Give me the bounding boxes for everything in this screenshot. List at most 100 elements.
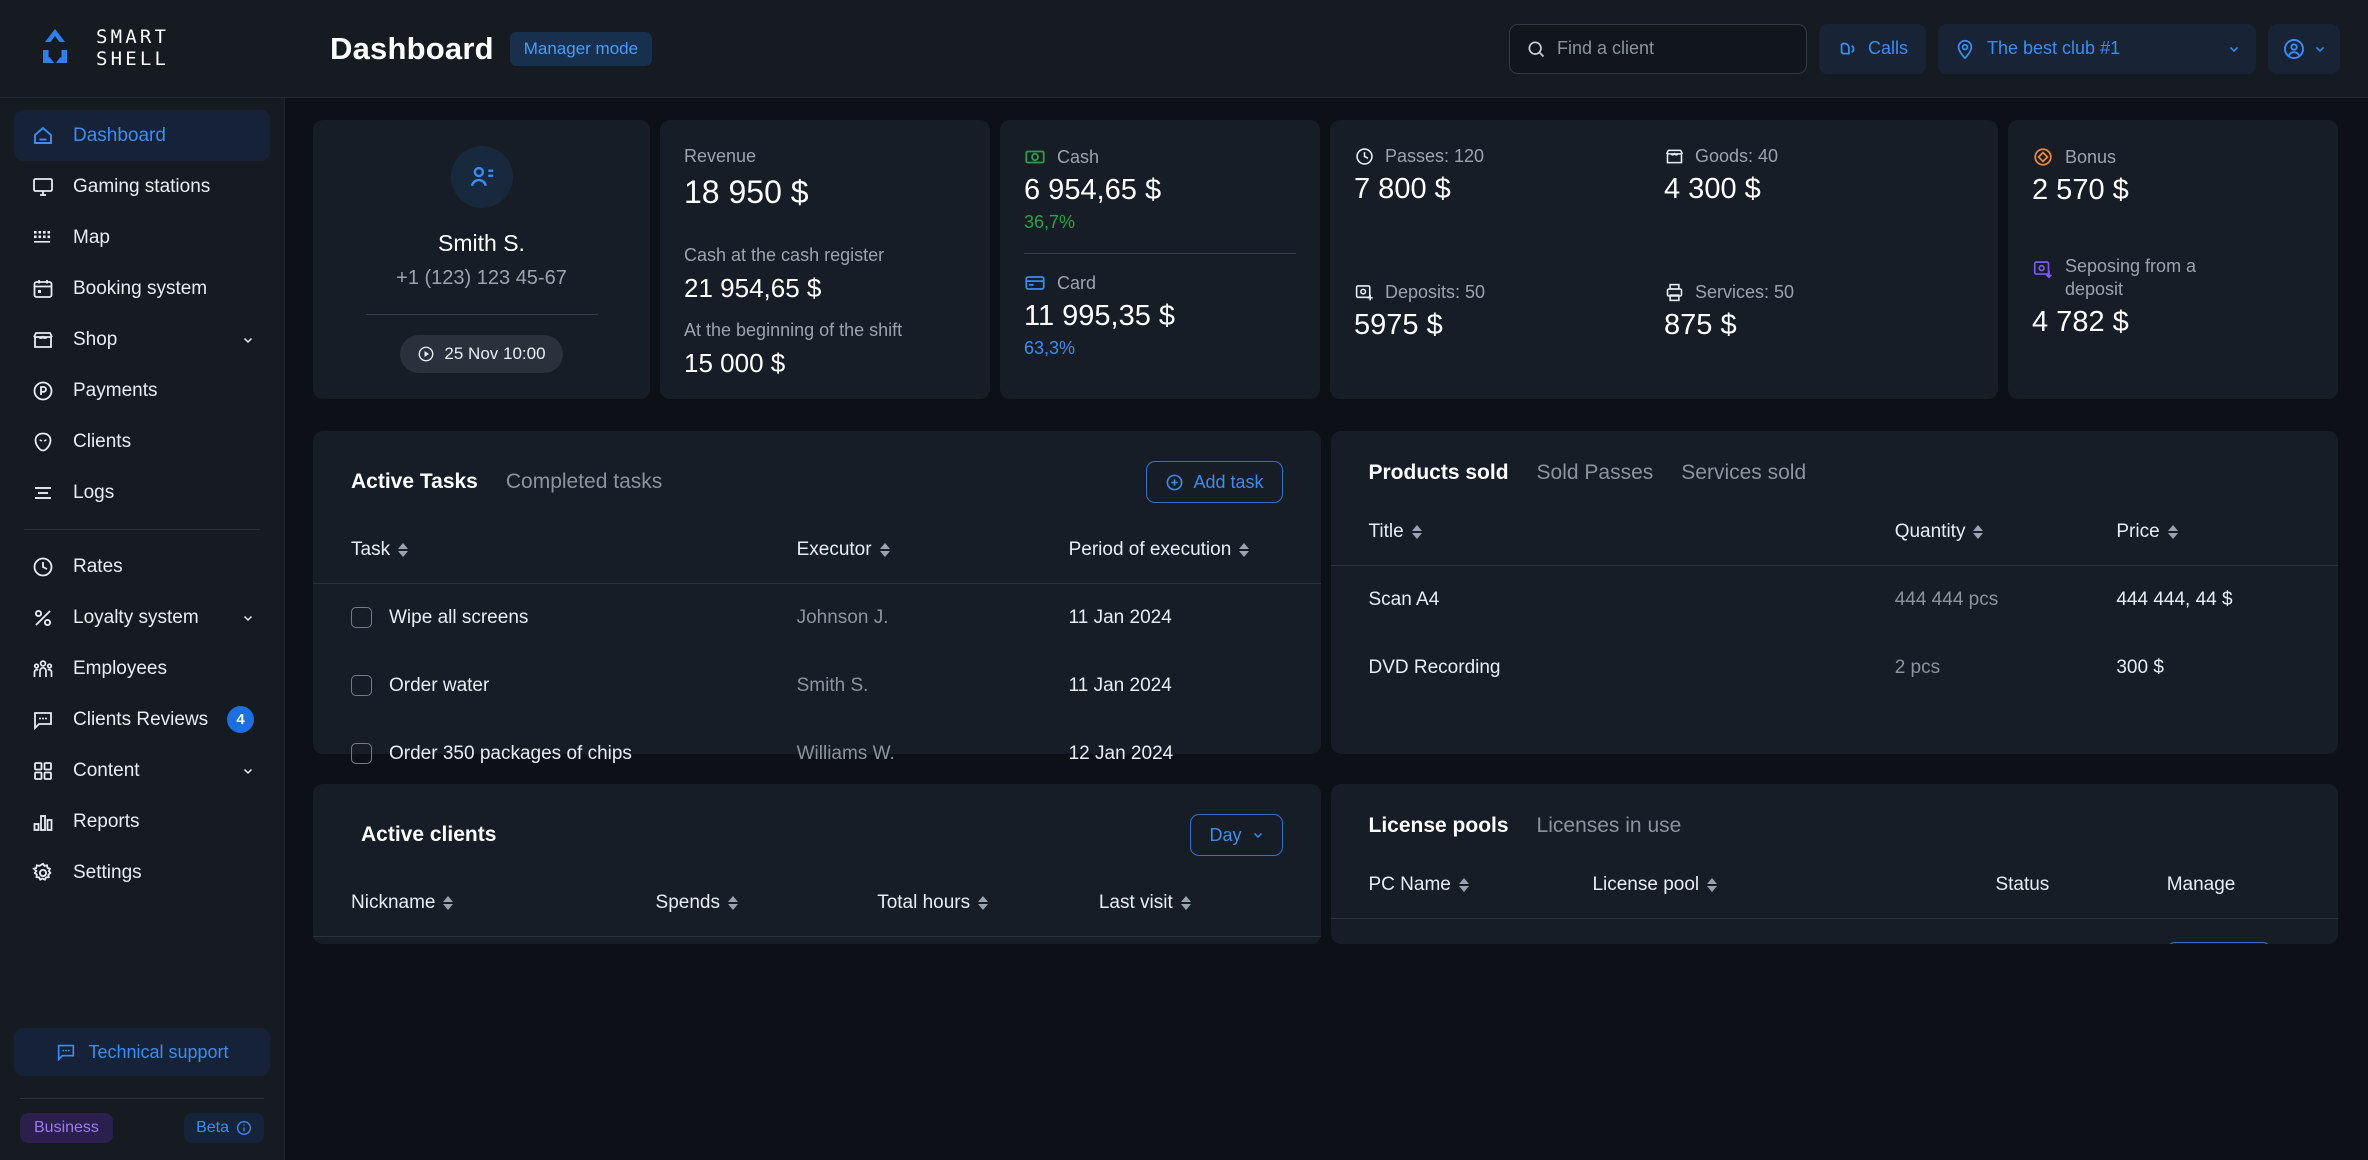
column-header-manage: Manage	[2166, 838, 2338, 919]
services-label: Services: 50	[1695, 281, 1795, 302]
column-header-spends[interactable]: Spends	[655, 856, 878, 937]
deposit-icon	[1354, 282, 1375, 303]
chat-icon	[55, 1041, 77, 1063]
column-header-executor[interactable]: Executor	[796, 503, 1069, 584]
column-header-period[interactable]: Period of execution	[1068, 503, 1321, 584]
cash-value: 6 954,65 $	[1024, 174, 1162, 206]
sidebar-item-gaming-stations[interactable]: Gaming stations	[14, 161, 270, 212]
operation-services: Services: 50 875 $	[1664, 282, 1974, 380]
beta-chip[interactable]: Beta	[184, 1113, 264, 1143]
tab-completed-tasks[interactable]: Completed tasks	[506, 470, 662, 494]
sidebar-item-reports[interactable]: Reports	[14, 796, 270, 847]
column-header-last-visit[interactable]: Last visit	[1098, 856, 1321, 937]
deposits-label: Deposits: 50	[1385, 281, 1486, 302]
sort-icon	[728, 896, 738, 910]
operations-card: Passes: 120 7 800 $ Goods: 40 4 300 $ De…	[1330, 120, 1998, 399]
column-label: PC Name	[1368, 874, 1451, 895]
deposit-row-head: Seposing from a deposit	[2032, 255, 2314, 300]
column-header-price[interactable]: Price	[2116, 485, 2338, 566]
payments-breakdown-card: Cash 6 954,65 $ 36,7% Card 11 995,35 $ 6…	[1000, 120, 1320, 399]
column-header-quantity[interactable]: Quantity	[1894, 485, 2117, 566]
client-total-hours: 444 444 h	[877, 937, 1099, 945]
chevron-down-icon	[242, 765, 254, 777]
column-header-total-hours[interactable]: Total hours	[877, 856, 1099, 937]
sidebar-item-booking-system[interactable]: Booking system	[14, 263, 270, 314]
column-label: Task	[351, 539, 391, 560]
sidebar-item-label: Logs	[73, 481, 115, 503]
sidebar-item-label: Settings	[73, 861, 142, 883]
technical-support-button[interactable]: Technical support	[14, 1028, 270, 1076]
add-task-button[interactable]: Add task	[1146, 461, 1283, 503]
sidebar-divider	[24, 529, 260, 530]
tab-sold-passes[interactable]: Sold Passes	[1537, 461, 1654, 485]
chevron-down-icon	[2314, 43, 2326, 55]
deposits-value: 5975 $	[1354, 308, 1443, 341]
search-input[interactable]: Find a client	[1508, 23, 1807, 74]
column-label: Period of execution	[1068, 539, 1232, 560]
sort-icon	[1239, 543, 1250, 557]
percent-icon	[30, 605, 55, 630]
manager-mode-chip[interactable]: Manager mode	[509, 31, 653, 66]
sidebar-item-content[interactable]: Content	[14, 745, 270, 796]
sidebar-item-label: Shop	[73, 328, 118, 350]
products-tabs: Products sold Sold Passes Services sold	[1369, 461, 1807, 485]
task-checkbox[interactable]	[351, 743, 372, 765]
task-period: 11 Jan 2024	[1068, 675, 1172, 696]
reviews-count-badge: 4	[227, 706, 254, 733]
sidebar-item-employees[interactable]: Employees	[14, 643, 270, 694]
table-row[interactable]: Scan A4 444 444 pcs 444 444, 44 $	[1331, 566, 2339, 635]
task-checkbox[interactable]	[351, 675, 372, 697]
brand-logo[interactable]: SMART SHELL	[0, 25, 285, 73]
business-plan-chip[interactable]: Business	[20, 1113, 113, 1143]
column-label: Spends	[655, 892, 720, 913]
search-icon	[1526, 39, 1546, 59]
user-menu-button[interactable]	[2268, 23, 2340, 74]
shift-profile-card: Smith S. +1 (123) 123 45-67 25 Nov 10:00	[313, 120, 650, 399]
tab-products-sold[interactable]: Products sold	[1369, 461, 1509, 485]
sidebar-item-clients[interactable]: Clients	[14, 416, 270, 467]
column-header-license-pool[interactable]: License pool	[1592, 838, 1996, 919]
tab-services-sold[interactable]: Services sold	[1681, 461, 1806, 485]
products-table: Title Quantity Price Scan A4 444 444 pcs…	[1330, 485, 2339, 702]
profile-divider	[365, 314, 598, 315]
table-row[interactable]: Order water Smith S. 11 Jan 2024	[313, 652, 1321, 720]
period-label: Day	[1209, 824, 1242, 845]
sidebar-item-loyalty-system[interactable]: Loyalty system	[14, 592, 270, 643]
club-selector[interactable]: The best club #1	[1938, 23, 2256, 74]
column-header-pc-name[interactable]: PC Name	[1330, 838, 1593, 919]
table-row[interactable]: DVD Recording 2 pcs 300 $	[1331, 634, 2339, 702]
operation-goods: Goods: 40 4 300 $	[1664, 146, 1974, 244]
free-up-button[interactable]: Free up	[2166, 942, 2271, 944]
card-icon	[1024, 272, 1046, 294]
column-header-title[interactable]: Title	[1330, 485, 1895, 566]
column-header-nickname[interactable]: Nickname	[313, 856, 656, 937]
calls-button[interactable]: Calls	[1818, 23, 1926, 74]
sidebar-footer: Business Beta	[14, 1113, 270, 1160]
deposit-label: Seposing from a deposit	[2065, 256, 2197, 299]
tasks-tabs: Active Tasks Completed tasks	[351, 470, 662, 494]
table-row[interactable]: Wipe all screens Johnson J. 11 Jan 2024	[313, 584, 1321, 653]
tab-licenses-in-use[interactable]: Licenses in use	[1537, 814, 1682, 838]
period-selector[interactable]: Day	[1190, 814, 1283, 856]
sidebar-item-clients-reviews[interactable]: Clients Reviews 4	[14, 694, 270, 745]
sidebar-item-map[interactable]: Map	[14, 212, 270, 263]
sidebar-item-rates[interactable]: Rates	[14, 541, 270, 592]
table-row[interactable]: Nickname4ik 444 444, 44 $ 444 444 h 12 J…	[313, 937, 1321, 945]
tab-license-pools[interactable]: License pools	[1369, 814, 1509, 838]
column-header-task[interactable]: Task	[313, 503, 797, 584]
sidebar-item-shop[interactable]: Shop	[14, 314, 270, 365]
sidebar-item-payments[interactable]: Payments	[14, 365, 270, 416]
table-row[interactable]: Order 350 packages of chips Williams W. …	[313, 720, 1321, 788]
sidebar-item-dashboard[interactable]: Dashboard	[14, 110, 270, 161]
passes-label: Passes: 120	[1385, 146, 1485, 166]
sidebar-item-settings[interactable]: Settings	[14, 847, 270, 898]
sort-icon	[398, 543, 409, 557]
sidebar-item-logs[interactable]: Logs	[14, 467, 270, 518]
column-label: License pool	[1592, 874, 1700, 895]
task-checkbox[interactable]	[351, 607, 372, 629]
add-task-label: Add task	[1193, 471, 1264, 492]
license-panel-head: License pools Licenses in use	[1331, 784, 2339, 838]
table-row[interactable]: PC — 13 Epic Games Launcher Occupied Fre…	[1331, 919, 2339, 944]
task-period: 11 Jan 2024	[1068, 607, 1172, 628]
tab-active-tasks[interactable]: Active Tasks	[351, 470, 478, 494]
